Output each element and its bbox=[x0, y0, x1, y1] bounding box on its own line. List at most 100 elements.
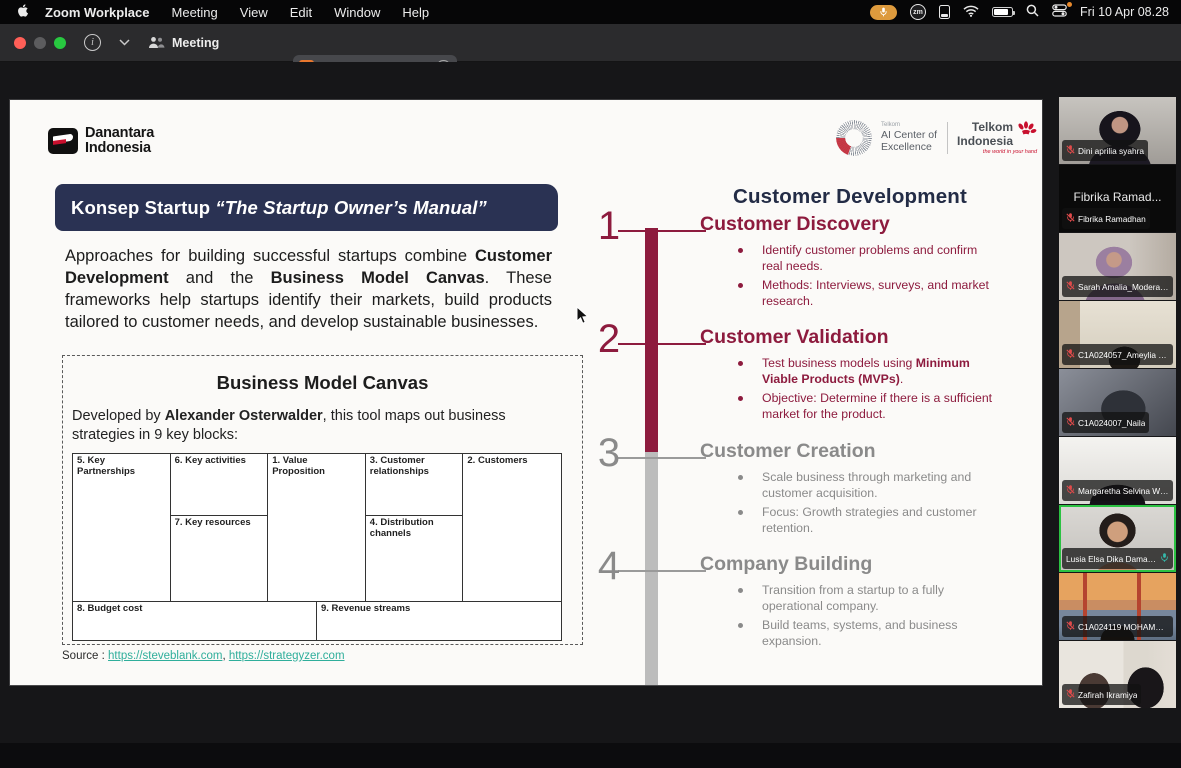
meeting-tab-label[interactable]: Meeting bbox=[172, 36, 219, 50]
timeline-bar-gray bbox=[645, 452, 658, 685]
slide-title-banner: Konsep Startup “The Startup Owner’s Manu… bbox=[55, 184, 558, 231]
source-label: Source : bbox=[62, 650, 105, 662]
step-company-building: Company BuildingTransition from a startu… bbox=[700, 554, 1000, 652]
menu-item-zoom-workplace[interactable]: Zoom Workplace bbox=[34, 5, 161, 20]
step-customer-discovery: Customer Discovery Identify customer prob… bbox=[700, 214, 1000, 312]
muted-mic-icon bbox=[1066, 618, 1075, 636]
participant-name: Margaretha Selvina W_... bbox=[1078, 486, 1169, 496]
menu-item-window[interactable]: Window bbox=[323, 5, 391, 20]
bmc-table: 5. Key Partnerships 6. Key activities 1.… bbox=[72, 453, 562, 641]
step-title: Customer Validation bbox=[700, 327, 1000, 347]
muted-mic-icon bbox=[1066, 142, 1075, 160]
step-title: Customer Discovery bbox=[700, 214, 1000, 234]
customer-development-heading: Customer Development bbox=[700, 185, 1000, 209]
participant-name-tag: Sarah Amalia_Moderator bbox=[1062, 276, 1173, 297]
participant-name-tag: Fibrika Ramadhan bbox=[1062, 208, 1150, 229]
bmc-cell-budget-cost: 8. Budget cost bbox=[73, 602, 317, 641]
close-window-button[interactable] bbox=[14, 37, 26, 49]
danantara-logo-icon bbox=[48, 128, 78, 154]
participant-tile-c1a024057-ameylia-fa[interactable]: C1A024057_Ameylia Fa... bbox=[1059, 301, 1176, 368]
meeting-info-button[interactable]: i bbox=[84, 34, 101, 51]
fullscreen-window-button[interactable] bbox=[54, 37, 66, 49]
ai-center-logo-icon bbox=[836, 120, 872, 156]
participant-tile-zafirah-ikramiya[interactable]: Zafirah Ikramiya bbox=[1059, 641, 1176, 708]
step-bullet: Transition from a startup to a fully ope… bbox=[762, 583, 1000, 614]
step-bullet: Methods: Interviews, surveys, and market… bbox=[762, 278, 1000, 309]
source-line: Source : https://steveblank.com, https:/… bbox=[62, 650, 345, 662]
business-model-canvas-box: Business Model Canvas Developed by Alexa… bbox=[62, 355, 583, 645]
shared-screen-slide: Danantara Indonesia Telkom AI Center of … bbox=[10, 100, 1042, 685]
menu-item-edit[interactable]: Edit bbox=[279, 5, 323, 20]
participant-name: C1A024007_Naila bbox=[1078, 418, 1145, 428]
participant-name-tag: C1A024057_Ameylia Fa... bbox=[1062, 344, 1173, 365]
bottom-strip bbox=[0, 743, 1181, 768]
participant-name-tag: Margaretha Selvina W_... bbox=[1062, 480, 1173, 501]
participant-tile-sarah-amalia-moderator[interactable]: Sarah Amalia_Moderator bbox=[1059, 233, 1176, 300]
participants-icon bbox=[148, 36, 165, 49]
menubar-items: Zoom WorkplaceMeetingViewEditWindowHelp bbox=[34, 5, 440, 20]
step-bullet: Focus: Growth strategies and customer re… bbox=[762, 505, 1000, 536]
minimize-window-button[interactable] bbox=[34, 37, 46, 49]
apple-menu-icon[interactable] bbox=[12, 3, 34, 21]
window-controls bbox=[0, 37, 66, 49]
muted-mic-icon bbox=[1066, 482, 1075, 500]
mouse-cursor bbox=[576, 306, 589, 330]
step-bullet: Identify customer problems and confirm r… bbox=[762, 243, 1000, 274]
battery-icon[interactable] bbox=[992, 7, 1013, 17]
step-customer-validation: Customer ValidationTest business models … bbox=[700, 327, 1000, 425]
zoom-window-titlebar: i Meeting Dini aprilia syahra's screen •… bbox=[0, 24, 1181, 62]
participant-tile-fibrika-ramadhan[interactable]: Fibrika Ramad...Fibrika Ramadhan bbox=[1059, 165, 1176, 232]
participant-name: Dini aprilia syahra bbox=[1078, 146, 1144, 156]
participant-name-tag: C1A024119 MOHAMMA... bbox=[1062, 616, 1173, 637]
muted-mic-icon bbox=[1066, 278, 1075, 296]
bmc-cell-customers: 2. Customers bbox=[463, 454, 561, 602]
search-icon[interactable] bbox=[1026, 4, 1039, 20]
menubar-clock[interactable]: Fri 10 Apr 08.28 bbox=[1080, 5, 1169, 19]
step-number: 3 bbox=[584, 433, 634, 473]
participant-name: Lusia Elsa Dika Damayanty bbox=[1066, 554, 1157, 564]
step-bullet: Scale business through marketing and cus… bbox=[762, 470, 1000, 501]
macos-menubar: Zoom WorkplaceMeetingViewEditWindowHelp … bbox=[0, 0, 1181, 24]
participant-tile-c1a024119-mohamma[interactable]: C1A024119 MOHAMMA... bbox=[1059, 573, 1176, 640]
chevron-down-icon[interactable] bbox=[119, 39, 130, 46]
bmc-title: Business Model Canvas bbox=[63, 372, 582, 394]
intro-paragraph: Approaches for building successful start… bbox=[65, 246, 552, 334]
participant-tile-dini-aprilia-syahra[interactable]: Dini aprilia syahra bbox=[1059, 97, 1176, 164]
participant-tile-c1a024007-naila[interactable]: C1A024007_Naila bbox=[1059, 369, 1176, 436]
partner-logos: Telkom AI Center of Excellence Telkom In… bbox=[836, 120, 1037, 156]
step-title: Customer Creation bbox=[700, 441, 1000, 461]
step-number: 2 bbox=[584, 319, 634, 359]
muted-mic-icon bbox=[1066, 210, 1075, 228]
participant-name-tag: C1A024007_Naila bbox=[1062, 412, 1149, 433]
slide-title: Konsep Startup “The Startup Owner’s Manu… bbox=[71, 197, 487, 219]
display-icon[interactable] bbox=[939, 5, 950, 19]
zoom-menubar-icon[interactable]: zm bbox=[910, 4, 926, 20]
step-customer-creation: Customer Creation Scale business through … bbox=[700, 441, 1000, 539]
aicoe-line2: Excellence bbox=[881, 141, 937, 153]
bmc-cell-value-proposition: 1. Value Proposition bbox=[268, 454, 366, 602]
menu-item-meeting[interactable]: Meeting bbox=[161, 5, 229, 20]
participant-name: Sarah Amalia_Moderator bbox=[1078, 282, 1169, 292]
telkom-hand-icon bbox=[1015, 121, 1037, 141]
participants-sidebar: Dini aprilia syahra Fibrika Ramad...Fibri… bbox=[1059, 97, 1176, 709]
microphone-in-use-icon[interactable] bbox=[870, 5, 897, 20]
participant-name: C1A024057_Ameylia Fa... bbox=[1078, 350, 1169, 360]
wifi-icon[interactable] bbox=[963, 5, 979, 20]
bmc-cell-key-activities: 6. Key activities bbox=[171, 454, 269, 516]
participant-name-tag: Dini aprilia syahra bbox=[1062, 140, 1148, 161]
participant-name-tag: Zafirah Ikramiya bbox=[1062, 684, 1141, 705]
participant-tile-margaretha-selvina-w[interactable]: Margaretha Selvina W_... bbox=[1059, 437, 1176, 504]
bmc-cell-customer-relationships: 3. Customer relationships bbox=[366, 454, 464, 516]
participant-name: Zafirah Ikramiya bbox=[1078, 690, 1137, 700]
meeting-content-area: Danantara Indonesia Telkom AI Center of … bbox=[0, 62, 1181, 768]
menu-item-help[interactable]: Help bbox=[391, 5, 440, 20]
participant-name: C1A024119 MOHAMMA... bbox=[1078, 622, 1169, 632]
menu-item-view[interactable]: View bbox=[229, 5, 279, 20]
control-center-icon[interactable] bbox=[1052, 4, 1067, 20]
source-link: https://strategyzer.com bbox=[229, 650, 345, 662]
danantara-logo: Danantara Indonesia bbox=[48, 126, 154, 156]
participant-tile-lusia-elsa-dika-damayanty[interactable]: Lusia Elsa Dika Damayanty bbox=[1059, 505, 1176, 572]
bmc-cell-key-partnerships: 5. Key Partnerships bbox=[73, 454, 171, 602]
step-number: 1 bbox=[584, 206, 634, 246]
muted-mic-icon bbox=[1066, 414, 1075, 432]
